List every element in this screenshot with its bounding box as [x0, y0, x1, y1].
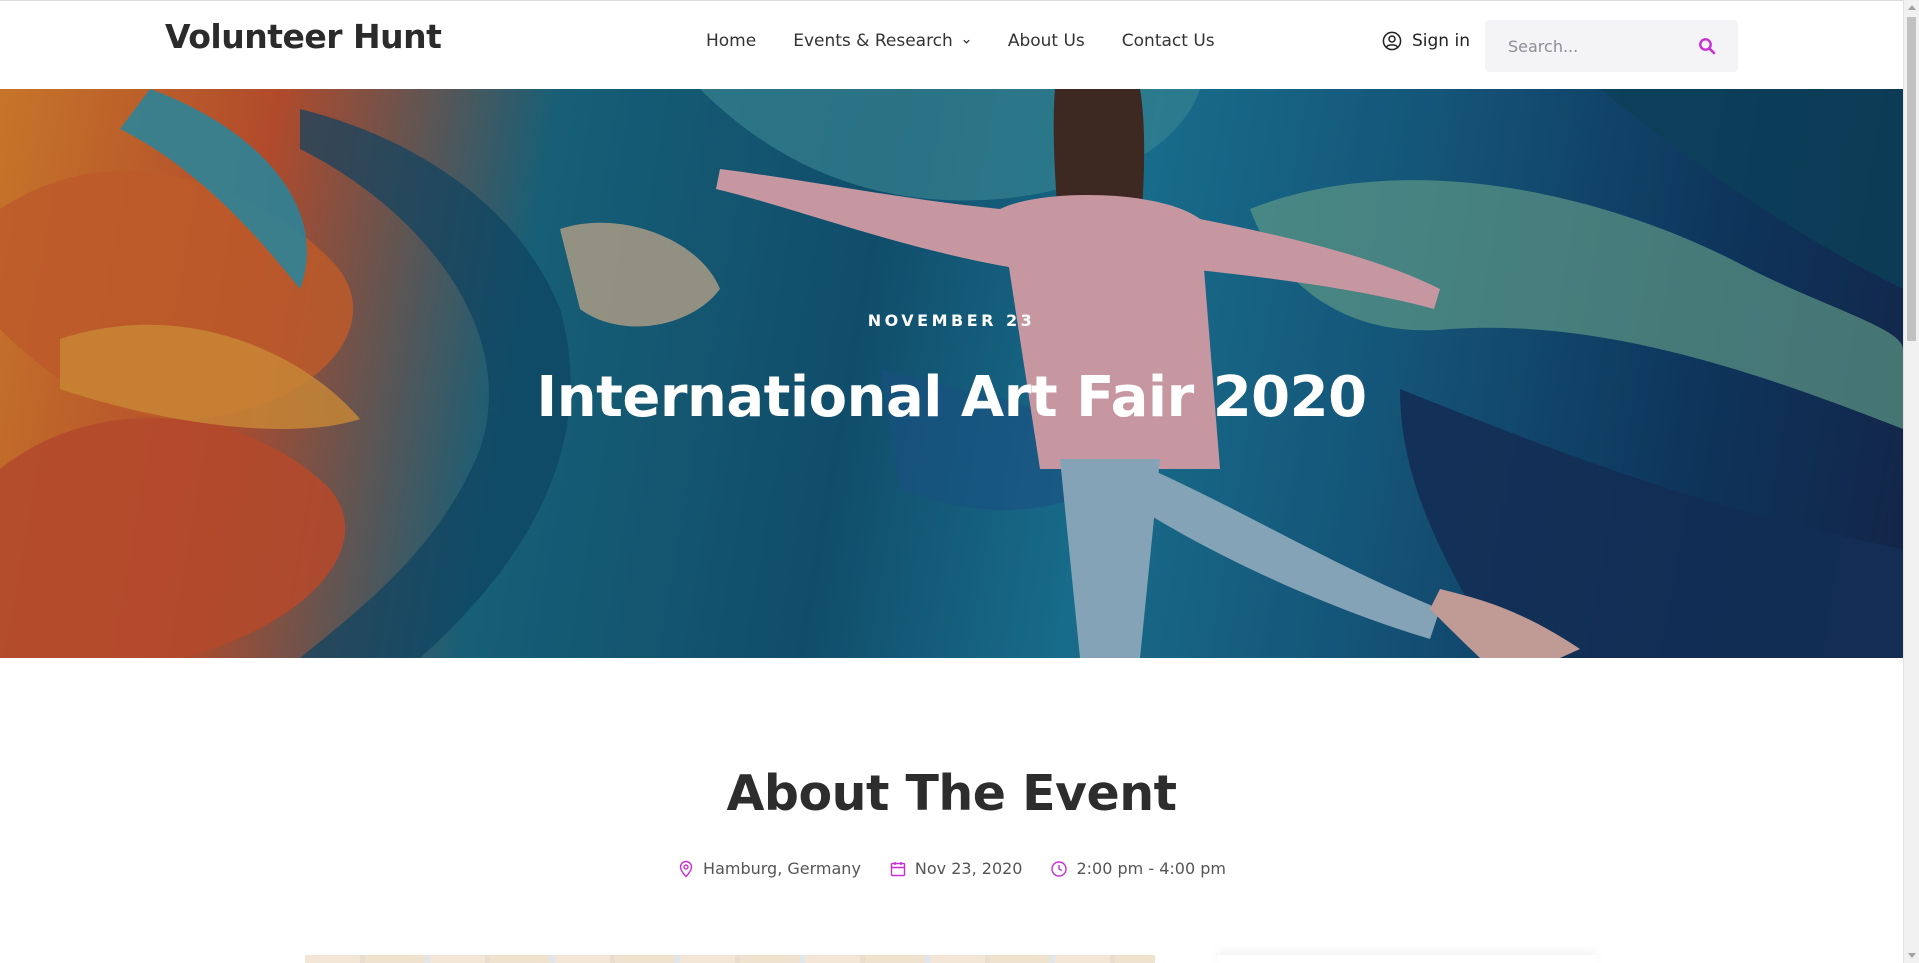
site-logo[interactable]: Volunteer Hunt — [165, 17, 442, 56]
hero-title: International Art Fair 2020 — [536, 365, 1367, 430]
scroll-up-arrow-icon[interactable] — [1908, 5, 1916, 10]
site-header: Volunteer Hunt Home Events & Research Ab… — [0, 0, 1903, 89]
scroll-down-arrow-icon[interactable] — [1908, 953, 1916, 958]
nav-home-label: Home — [706, 31, 757, 51]
search-input[interactable] — [1485, 35, 1685, 57]
scrollbar-thumb[interactable] — [1907, 17, 1916, 341]
hero-date: NOVEMBER 23 — [867, 311, 1036, 330]
map-pin-icon — [679, 860, 693, 878]
main-nav: Home Events & Research About Us Contact … — [706, 31, 1215, 51]
nav-contact-us[interactable]: Contact Us — [1122, 31, 1215, 51]
user-circle-icon — [1382, 31, 1402, 51]
nav-contact-us-label: Contact Us — [1121, 31, 1215, 51]
nav-about-us[interactable]: About Us — [1008, 31, 1085, 51]
event-info-card — [1217, 955, 1597, 963]
signin-label: Sign in — [1412, 31, 1470, 51]
event-date-text: Nov 23, 2020 — [914, 859, 1023, 878]
hero-banner: NOVEMBER 23 International Art Fair 2020 — [0, 89, 1903, 658]
about-title: About The Event — [726, 765, 1177, 822]
event-time-text: 2:00 pm - 4:00 pm — [1076, 859, 1226, 878]
event-time: 2:00 pm - 4:00 pm — [1050, 859, 1226, 878]
page: Volunteer Hunt Home Events & Research Ab… — [0, 0, 1919, 963]
event-meta: Hamburg, Germany Nov 23, 2020 2:00 pm - … — [0, 859, 1903, 878]
clock-icon — [1051, 860, 1068, 877]
event-location: Hamburg, Germany — [677, 859, 861, 878]
nav-events-research[interactable]: Events & Research — [793, 31, 971, 51]
event-location-text: Hamburg, Germany — [703, 859, 861, 878]
chevron-down-icon — [963, 39, 970, 44]
search-box — [1485, 20, 1738, 72]
search-icon[interactable] — [1698, 37, 1716, 55]
nav-events-research-label: Events & Research — [793, 31, 953, 51]
event-map[interactable] — [305, 955, 1155, 963]
nav-home[interactable]: Home — [706, 31, 756, 51]
calendar-icon — [890, 861, 906, 876]
nav-about-us-label: About Us — [1007, 31, 1085, 51]
signin-button[interactable]: Sign in — [1382, 31, 1470, 51]
event-date: Nov 23, 2020 — [889, 859, 1023, 878]
page-scrollbar[interactable] — [1903, 0, 1919, 963]
